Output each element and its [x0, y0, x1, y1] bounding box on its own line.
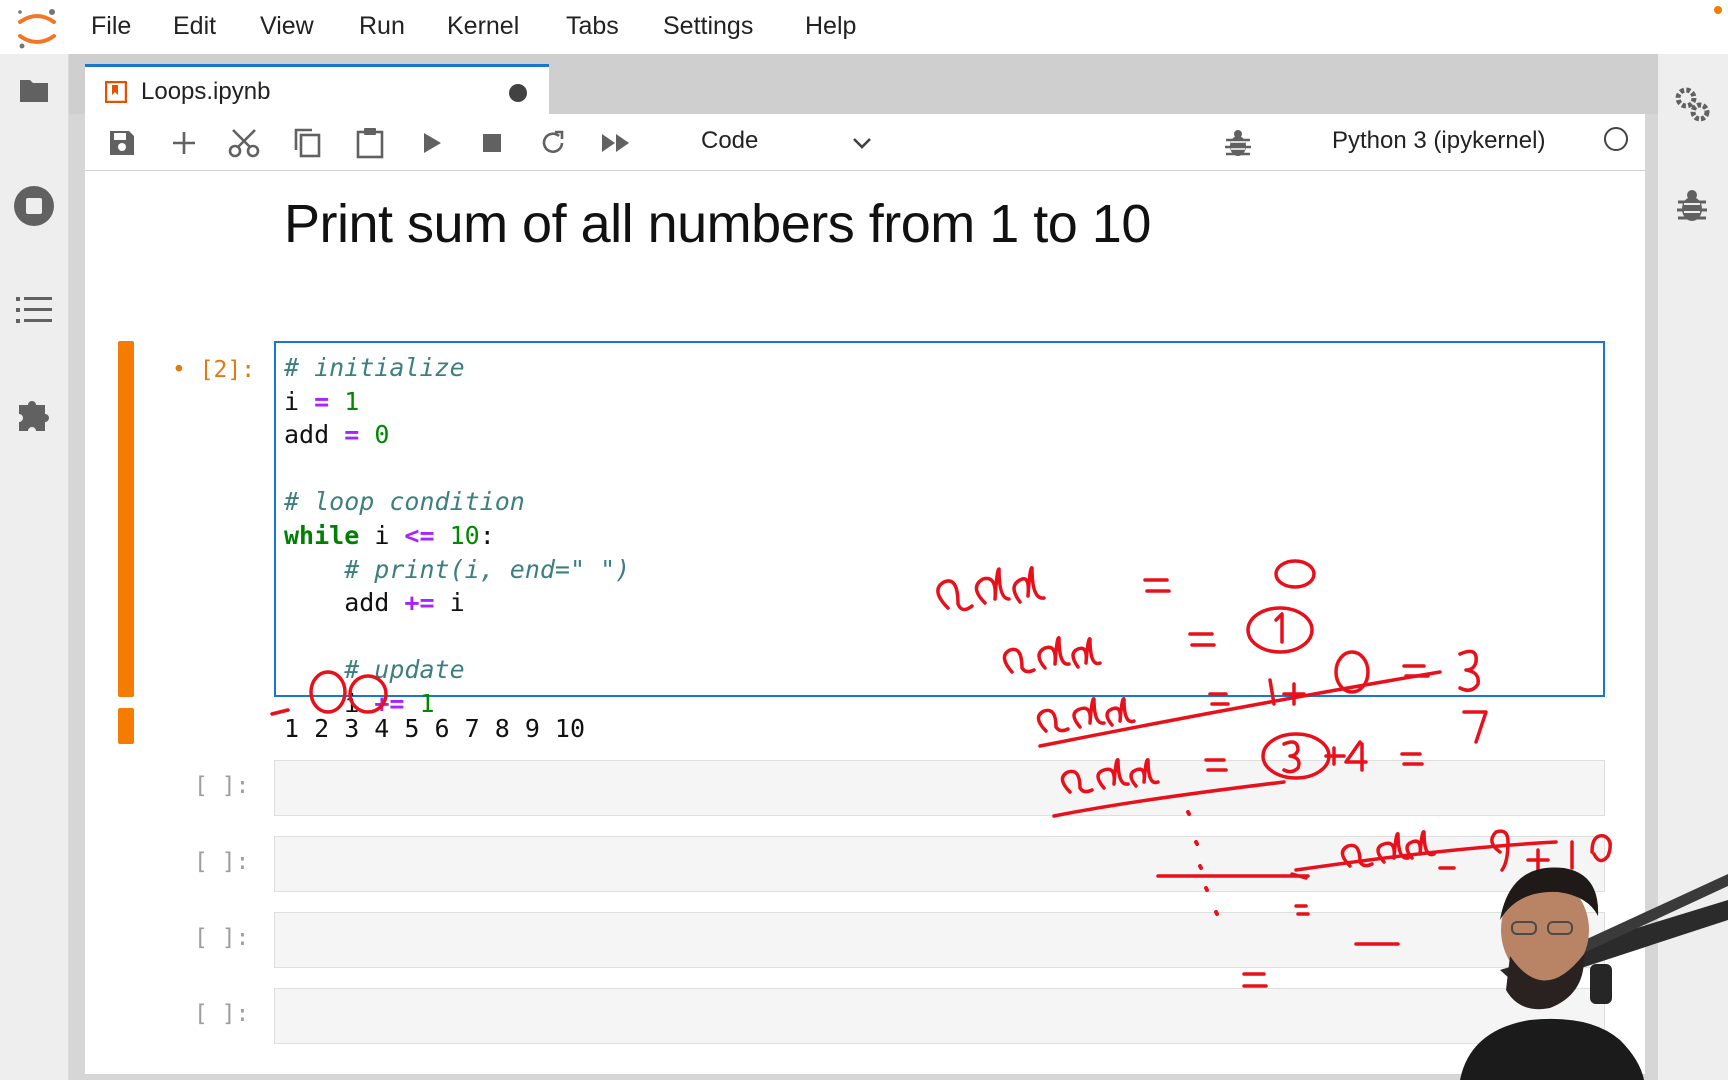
kernel-status-icon [1604, 127, 1628, 151]
menu-kernel[interactable]: Kernel [447, 12, 519, 41]
menu-tabs[interactable]: Tabs [566, 12, 619, 41]
toc-icon[interactable] [12, 288, 56, 332]
output-collapser[interactable] [118, 708, 134, 744]
notification-dot [1714, 6, 1722, 14]
empty-code-cell[interactable] [274, 836, 1605, 892]
markdown-heading: Print sum of all numbers from 1 to 10 [284, 194, 1151, 254]
main-area: Loops.ipynb Code Python 3 (ipykernel) Pr… [69, 54, 1658, 1080]
jupyter-logo [18, 9, 56, 49]
unsaved-indicator-icon[interactable] [509, 84, 527, 102]
menu-settings[interactable]: Settings [663, 12, 753, 41]
empty-code-cell[interactable] [274, 760, 1605, 816]
cell-output: 1 2 3 4 5 6 7 8 9 10 [284, 714, 586, 743]
tab-label: Loops.ipynb [141, 78, 271, 105]
comment-token: # loop condition [284, 487, 525, 517]
code-content[interactable]: # initialize i = 1 add = 0 # loop condit… [284, 351, 630, 721]
comment-token: # update [284, 655, 465, 685]
tab-bar: Loops.ipynb [69, 54, 1658, 116]
code-line-8: add += i [284, 588, 465, 618]
copy-icon[interactable] [290, 126, 324, 160]
menu-bar: File Edit View Run Kernel Tabs Settings … [0, 0, 1728, 55]
code-line-10: # update [284, 655, 465, 685]
code-line-2: i = 1 [284, 386, 360, 416]
menu-view[interactable]: View [260, 12, 314, 41]
restart-icon[interactable] [536, 126, 570, 160]
presenter-webcam-overlay [1460, 867, 1728, 1080]
folder-icon[interactable] [12, 68, 56, 112]
input-collapser[interactable] [118, 341, 134, 697]
empty-code-cell[interactable] [274, 988, 1605, 1044]
cell-type-select[interactable]: Code [693, 124, 873, 160]
cell-prompt: [ ]: [194, 773, 250, 799]
run-icon[interactable] [415, 126, 449, 160]
bug-icon[interactable] [1223, 128, 1253, 158]
notebook-cells: Print sum of all numbers from 1 to 10 • … [85, 171, 1645, 1074]
code-line-5: # loop condition [284, 487, 525, 516]
menu-run[interactable]: Run [359, 12, 405, 41]
code-editor[interactable]: # initialize i = 1 add = 0 # loop condit… [274, 341, 1605, 718]
notebook-tab[interactable]: Loops.ipynb [85, 64, 549, 116]
notebook-panel: Code Python 3 (ipykernel) Print sum of a… [85, 114, 1645, 1074]
cell-execution-count: [2]: [199, 357, 256, 383]
cell-prompt: • [2]: [172, 357, 256, 383]
cell-prompt: [ ]: [194, 1001, 250, 1027]
debugger-icon[interactable] [1670, 184, 1714, 228]
cell-prompt: [ ]: [194, 849, 250, 875]
code-line-1: # initialize [284, 353, 465, 382]
chevron-down-icon [853, 138, 871, 149]
save-icon[interactable] [105, 126, 139, 160]
comment-token: # initialize [284, 353, 465, 382]
paste-icon[interactable] [353, 126, 387, 160]
add-cell-icon[interactable] [167, 126, 201, 160]
left-sidebar [0, 54, 69, 1080]
code-line-3: add = 0 [284, 420, 390, 450]
cell-type-value: Code [701, 127, 759, 154]
code-line-7: # print(i, end=" ") [284, 555, 630, 584]
comment-token: # print(i, end=" ") [284, 554, 631, 584]
cell-prompt: [ ]: [194, 925, 250, 951]
notebook-icon [105, 81, 127, 103]
cut-icon[interactable] [227, 126, 261, 160]
code-line-6: while i <= 10: [284, 520, 495, 550]
menu-file[interactable]: File [91, 12, 131, 41]
kernel-name[interactable]: Python 3 (ipykernel) [1332, 127, 1545, 155]
extension-icon[interactable] [12, 392, 56, 436]
menu-help[interactable]: Help [805, 12, 856, 41]
fast-forward-icon[interactable] [599, 126, 633, 160]
notebook-toolbar: Code Python 3 (ipykernel) [85, 114, 1645, 171]
stop-icon[interactable] [475, 126, 509, 160]
running-icon[interactable] [12, 184, 56, 228]
menu-edit[interactable]: Edit [173, 12, 216, 41]
property-inspector-icon[interactable] [1670, 82, 1714, 126]
empty-code-cell[interactable] [274, 912, 1605, 968]
